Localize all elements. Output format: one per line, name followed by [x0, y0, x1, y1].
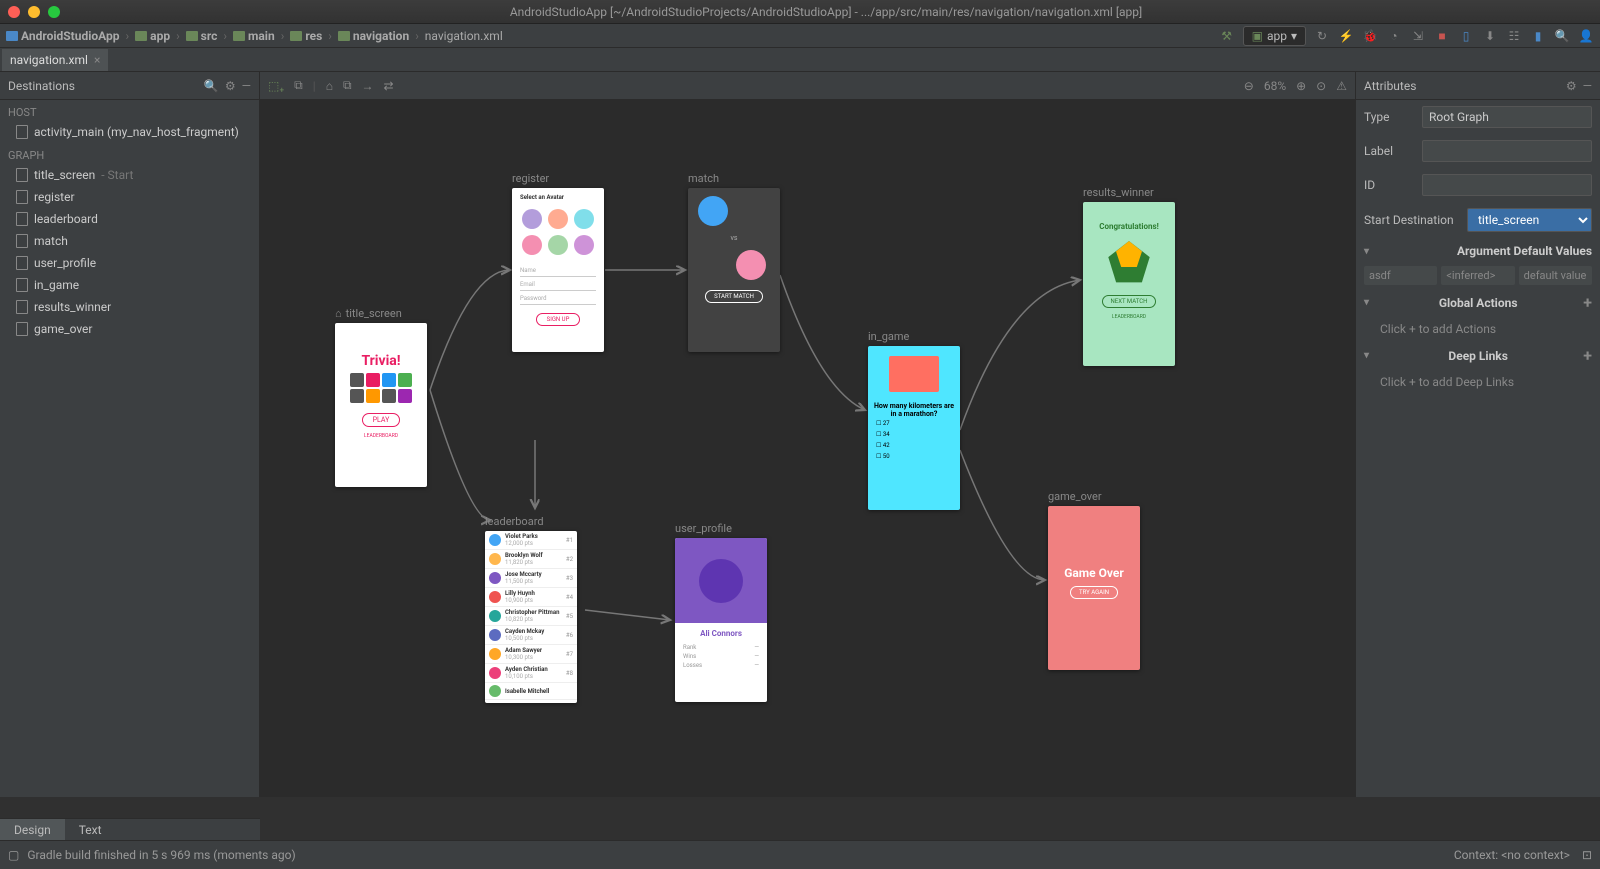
zoom-out-icon[interactable]: ⊖: [1244, 79, 1254, 93]
home-icon: ⌂: [335, 307, 342, 320]
global-actions-section[interactable]: Global Actions+: [1356, 287, 1600, 318]
graph-item-results_winner[interactable]: results_winner: [0, 296, 259, 318]
node-leaderboard[interactable]: leaderboard Violet Parks12,000 pts#1Broo…: [485, 515, 577, 703]
context-status[interactable]: Context: <no context>: [1454, 848, 1570, 862]
nested-graph-icon[interactable]: ⧉: [294, 78, 303, 93]
home-icon[interactable]: ⌂: [326, 79, 333, 93]
zoom-in-icon[interactable]: ⊕: [1296, 79, 1306, 93]
maximize-icon[interactable]: [48, 6, 60, 18]
label-input[interactable]: [1422, 140, 1592, 162]
editor-tabs: navigation.xml ×: [0, 48, 1600, 72]
node-results-winner[interactable]: results_winner Congratulations! NEXT MAT…: [1083, 186, 1175, 366]
breadcrumb-res[interactable]: res: [290, 29, 322, 43]
search-icon[interactable]: 🔍: [204, 79, 219, 93]
status-bar: ▢ Gradle build finished in 5 s 969 ms (m…: [0, 840, 1600, 869]
struct-icon[interactable]: ☷: [1506, 28, 1522, 44]
window-controls: [8, 6, 60, 18]
node-match[interactable]: match vs START MATCH: [688, 172, 780, 352]
node-user-profile[interactable]: user_profile Ali Connors Rank— Wins— Los…: [675, 522, 767, 702]
deep-links-section[interactable]: Deep Links+: [1356, 340, 1600, 371]
event-log-icon[interactable]: ▢: [8, 848, 19, 862]
panel-title: Destinations: [8, 79, 75, 93]
window-title: AndroidStudioApp [~/AndroidStudioProject…: [60, 5, 1592, 19]
graph-item-game_over[interactable]: game_over: [0, 318, 259, 340]
run-icon[interactable]: ⚡: [1338, 28, 1354, 44]
text-tab[interactable]: Text: [65, 819, 116, 840]
sync-icon[interactable]: ↻: [1314, 28, 1330, 44]
file-tab-navigation[interactable]: navigation.xml ×: [2, 49, 108, 71]
close-icon[interactable]: [8, 6, 20, 18]
inspector-icon[interactable]: ⊡: [1582, 848, 1592, 862]
argument-section[interactable]: Argument Default Values: [1356, 238, 1600, 264]
profile-icon[interactable]: ◔: [1386, 28, 1402, 44]
warnings-icon[interactable]: ⚠: [1336, 79, 1347, 93]
add-action-icon[interactable]: +: [1583, 293, 1592, 312]
design-tab[interactable]: Design: [0, 819, 65, 840]
argument-row[interactable]: asdf<inferred>default value: [1356, 264, 1600, 287]
id-input[interactable]: [1422, 174, 1592, 196]
breadcrumbs: AndroidStudioApp app src main res naviga…: [6, 29, 503, 43]
graph-item-match[interactable]: match: [0, 230, 259, 252]
zoom-level: 68%: [1264, 79, 1286, 93]
minimize-icon[interactable]: —: [1583, 79, 1592, 93]
breadcrumb-file[interactable]: navigation.xml: [425, 29, 503, 43]
zoom-fit-icon[interactable]: ⊙: [1316, 79, 1326, 93]
attributes-title: Attributes: [1364, 79, 1416, 93]
hammer-icon[interactable]: ⚒: [1219, 28, 1235, 44]
gear-icon[interactable]: ⚙: [225, 79, 236, 93]
graph-item-in_game[interactable]: in_game: [0, 274, 259, 296]
gear-icon[interactable]: ⚙: [1566, 79, 1577, 93]
breadcrumb-project[interactable]: AndroidStudioApp: [6, 29, 120, 43]
minimize-icon[interactable]: —: [242, 79, 251, 93]
node-title-screen[interactable]: ⌂title_screen Trivia! PLAY LEADERBOARD: [335, 307, 427, 487]
sdk-icon[interactable]: ⬇: [1482, 28, 1498, 44]
attach-icon[interactable]: ⇲: [1410, 28, 1426, 44]
navigation-canvas[interactable]: ⬚₊ ⧉ | ⌂ ⧉ → ⇄ ⊖ 68% ⊕ ⊙ ⚠: [260, 72, 1355, 797]
graph-item-user_profile[interactable]: user_profile: [0, 252, 259, 274]
stop-icon[interactable]: ■: [1434, 28, 1450, 44]
graph-item-register[interactable]: register: [0, 186, 259, 208]
build-status: Gradle build finished in 5 s 969 ms (mom…: [27, 848, 295, 862]
titlebar: AndroidStudioApp [~/AndroidStudioProject…: [0, 0, 1600, 24]
node-in-game[interactable]: in_game How many kilometers are in a mar…: [868, 330, 960, 510]
start-destination-select[interactable]: title_screen: [1467, 208, 1592, 232]
close-tab-icon[interactable]: ×: [94, 53, 100, 67]
node-game-over[interactable]: game_over Game Over TRY AGAIN: [1048, 490, 1140, 670]
toolbar-right: ⚒ ▣app▾ ↻ ⚡ 🐞 ◔ ⇲ ■ ▯ ⬇ ☷ ▮ 🔍 👤: [1219, 26, 1594, 46]
graph-section-label: GRAPH: [0, 143, 259, 164]
action-icon[interactable]: →: [362, 79, 374, 93]
new-destination-icon[interactable]: ⬚₊: [268, 79, 284, 93]
add-deeplink-icon[interactable]: +: [1583, 346, 1592, 365]
debug-icon[interactable]: 🐞: [1362, 28, 1378, 44]
type-input[interactable]: [1422, 106, 1592, 128]
graph-item-leaderboard[interactable]: leaderboard: [0, 208, 259, 230]
search-icon[interactable]: 🔍: [1554, 28, 1570, 44]
attributes-panel: Attributes ⚙— Type Label ID Start Destin…: [1355, 72, 1600, 797]
link-icon[interactable]: ⧉: [343, 78, 352, 93]
avatar-icon[interactable]: 👤: [1578, 28, 1594, 44]
navbar: AndroidStudioApp app src main res naviga…: [0, 24, 1600, 48]
breadcrumb-main[interactable]: main: [233, 29, 275, 43]
file-tab-label: navigation.xml: [10, 53, 88, 67]
graph-item-title_screen[interactable]: title_screen - Start: [0, 164, 259, 186]
breadcrumb-src[interactable]: src: [186, 29, 218, 43]
host-section-label: HOST: [0, 100, 259, 121]
host-item[interactable]: activity_main (my_nav_host_fragment): [0, 121, 259, 143]
destinations-panel: Destinations 🔍 ⚙ — HOST activity_main (m…: [0, 72, 260, 797]
minimize-icon[interactable]: [28, 6, 40, 18]
breadcrumb-navigation[interactable]: navigation: [338, 29, 409, 43]
avd-icon[interactable]: ▯: [1458, 28, 1474, 44]
run-config-selector[interactable]: ▣app▾: [1243, 26, 1306, 46]
auto-arrange-icon[interactable]: ⇄: [384, 79, 394, 93]
tool1-icon[interactable]: ▮: [1530, 28, 1546, 44]
breadcrumb-app[interactable]: app: [135, 29, 170, 43]
editor-mode-tabs: Design Text: [0, 818, 260, 840]
node-register[interactable]: register Select an Avatar Name Email Pas…: [512, 172, 604, 352]
